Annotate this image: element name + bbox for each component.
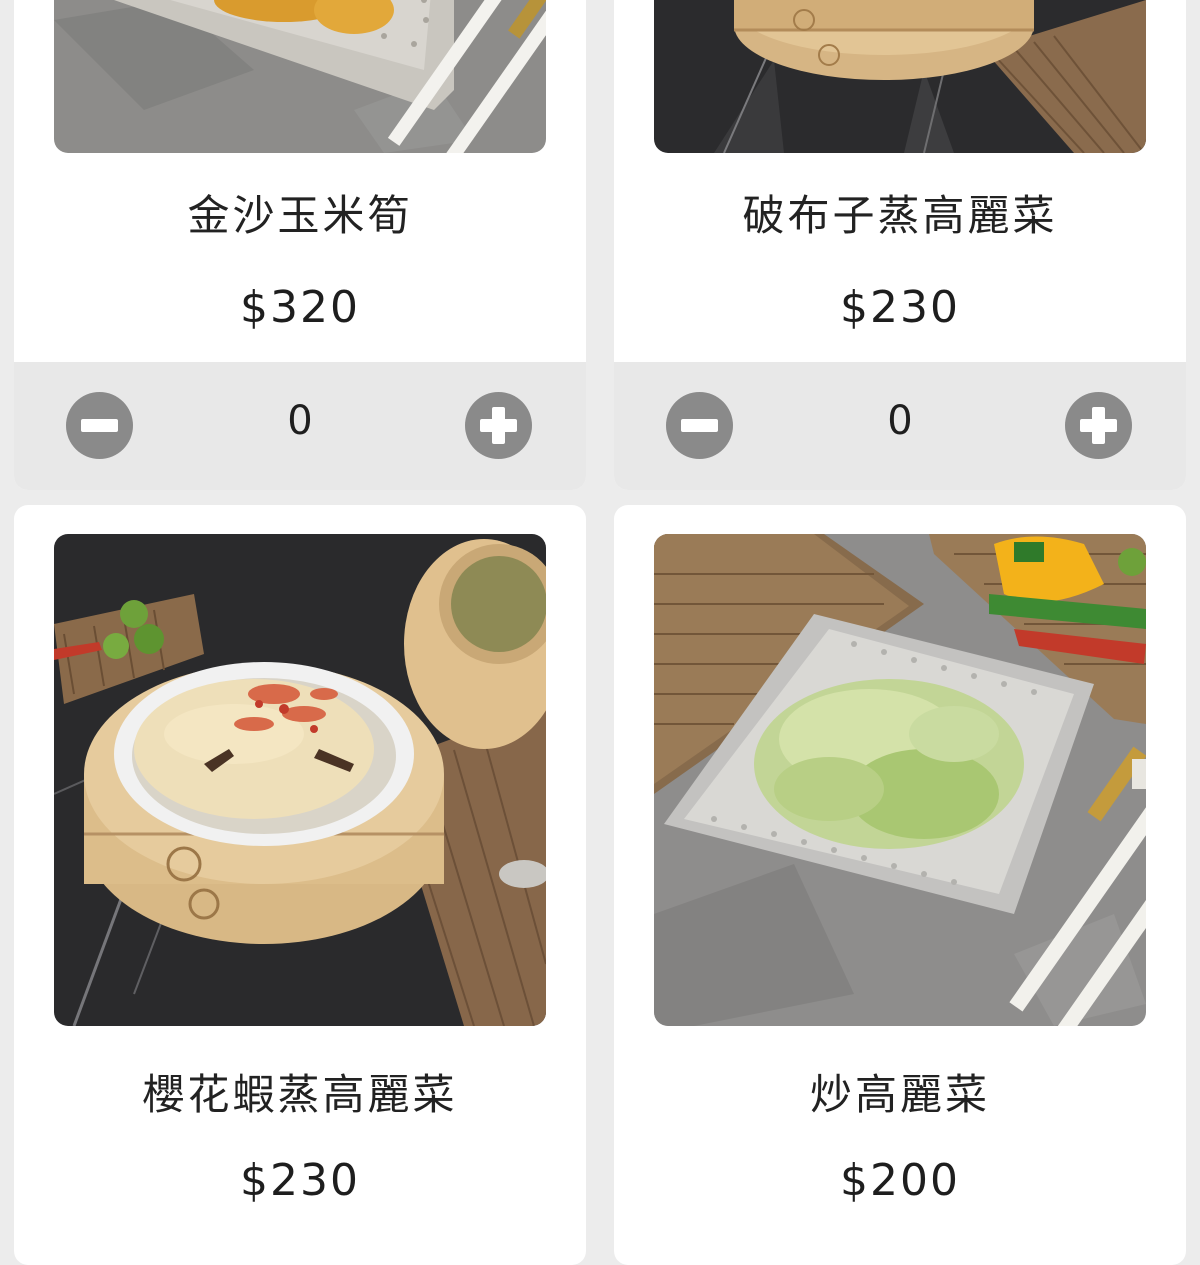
item-price: $230 [240, 1155, 360, 1206]
menu-grid: 金沙玉米筍 $320 0 破布子蒸高麗菜 $230 0 櫻花蝦蒸高麗菜 $230… [0, 0, 1200, 1265]
item-name: 破布子蒸高麗菜 [742, 191, 1058, 240]
decrease-quantity-button[interactable] [666, 392, 733, 459]
menu-item-card: 炒高麗菜 $200 [614, 505, 1186, 1265]
increase-quantity-button[interactable] [1065, 392, 1132, 459]
quantity-stepper: 0 [14, 362, 586, 490]
decrease-quantity-button[interactable] [66, 392, 133, 459]
item-name: 炒高麗菜 [809, 1070, 990, 1119]
menu-item-card: 破布子蒸高麗菜 $230 0 [614, 0, 1186, 490]
quantity-stepper: 0 [614, 362, 1186, 490]
dish-photo-cordia-steamed-cabbage[interactable] [654, 0, 1146, 153]
menu-item-card: 櫻花蝦蒸高麗菜 $230 [14, 505, 586, 1265]
item-price: $320 [240, 282, 360, 333]
dish-photo-golden-corn-shoots[interactable] [54, 0, 546, 153]
minus-icon [81, 419, 118, 432]
menu-item-card: 金沙玉米筍 $320 0 [14, 0, 586, 490]
item-name: 櫻花蝦蒸高麗菜 [142, 1070, 458, 1119]
item-name: 金沙玉米筍 [187, 191, 413, 240]
dish-photo-sakura-shrimp-steamed-cabbage[interactable] [54, 534, 546, 1026]
item-price: $200 [840, 1155, 960, 1206]
item-price: $230 [840, 282, 960, 333]
dish-photo-stir-fried-cabbage[interactable] [654, 534, 1146, 1026]
increase-quantity-button[interactable] [465, 392, 532, 459]
minus-icon [681, 419, 718, 432]
